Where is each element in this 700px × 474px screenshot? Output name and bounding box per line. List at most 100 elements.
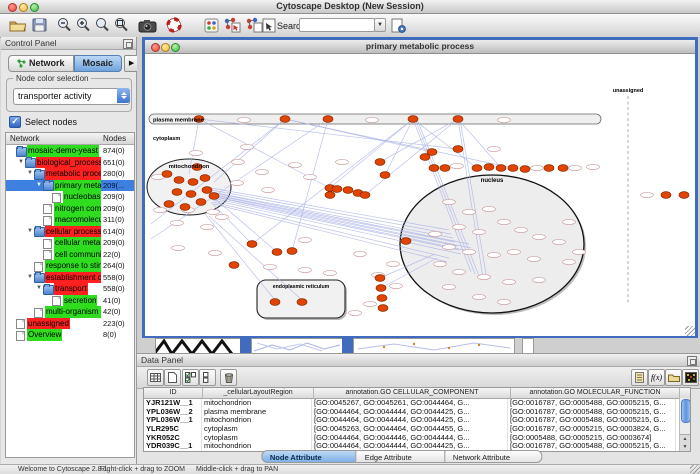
attribute-matrix-icon[interactable] [682, 369, 699, 386]
gene-node[interactable] [364, 301, 377, 306]
select-nodes-checkbox[interactable]: ✓ [9, 116, 21, 128]
selected-gene-node[interactable] [375, 275, 385, 282]
gene-node[interactable] [533, 277, 546, 282]
gene-node[interactable] [587, 164, 600, 169]
table-row[interactable]: YPL036W__1mitochondrion[GO:0044464, GO:0… [144, 416, 690, 425]
tree-row[interactable]: ▼cellular process614(0) [6, 226, 134, 238]
selected-gene-node[interactable] [229, 262, 239, 269]
selected-gene-node[interactable] [209, 193, 219, 200]
tree-node-label[interactable]: transport [54, 283, 88, 295]
tree-node-label[interactable]: cellular metabol [54, 237, 101, 249]
selected-gene-node[interactable] [287, 248, 297, 255]
selected-gene-node[interactable] [380, 172, 390, 179]
gene-node[interactable] [563, 219, 576, 224]
table-cell[interactable]: [GO:0016787, GO:0005488, GO:0005215, G..… [508, 408, 676, 417]
tab-network-attribute-browser[interactable]: Network Attribute Browser [445, 450, 542, 463]
open-icon[interactable] [8, 16, 27, 34]
tree-row[interactable]: multi-organism pro42(0) [6, 306, 134, 318]
table-cell[interactable]: [GO:0016787, GO:0005215, GO:0003824, G..… [508, 425, 676, 434]
gene-node[interactable] [201, 224, 214, 229]
gene-node[interactable] [256, 169, 269, 174]
tree-header[interactable]: Network Nodes [6, 133, 134, 145]
gene-node[interactable] [488, 146, 501, 151]
zoom-fit-icon[interactable] [92, 16, 111, 34]
tree-node-label[interactable]: cell communicat [54, 249, 101, 261]
tree-node-label[interactable]: Overview [27, 329, 62, 341]
tree-row[interactable]: unassigned223(0) [6, 318, 134, 330]
search-dropdown-arrow[interactable]: ▼ [374, 18, 386, 32]
tree-node-label[interactable]: cellular process [45, 226, 101, 238]
tree-expander-icon[interactable]: ▼ [36, 180, 42, 192]
tree-row[interactable]: secretion41(0) [6, 295, 134, 307]
selected-gene-node[interactable] [440, 165, 450, 172]
gene-node[interactable] [463, 209, 476, 214]
vizmapper-icon[interactable] [202, 16, 221, 34]
tree-expander-icon[interactable]: ▼ [27, 226, 33, 238]
tree-row[interactable]: nucleobase-209(0) [6, 191, 134, 203]
gene-node[interactable] [264, 264, 277, 269]
background-window-edge[interactable] [342, 338, 353, 353]
selected-gene-node[interactable] [472, 165, 482, 172]
table-cell[interactable]: [GO:0045263, GO:0044464, GO:0044455, G..… [312, 425, 508, 434]
selected-gene-node[interactable] [188, 179, 198, 186]
float-panel-icon[interactable] [123, 39, 133, 49]
gene-node[interactable] [563, 259, 576, 264]
table-cell[interactable]: [GO:0044464, GO:0044446, GO:0044444, G..… [312, 434, 508, 443]
selected-gene-node[interactable] [661, 192, 671, 199]
gene-node[interactable] [387, 261, 400, 266]
tree-row[interactable]: cellular metabol209(0) [6, 237, 134, 249]
gene-node[interactable] [478, 274, 491, 279]
tree-node-label[interactable]: biological_process [36, 157, 101, 169]
zoom-selected-icon[interactable] [111, 16, 130, 34]
gene-node[interactable] [641, 192, 654, 197]
tab-node-attribute-browser[interactable]: Node Attribute Browser [261, 450, 357, 463]
table-cell[interactable]: YPL036W__2 [144, 408, 202, 417]
selected-gene-node[interactable] [496, 165, 506, 172]
snapshot-icon[interactable] [138, 16, 157, 34]
table-cell[interactable]: [GO:0016787, GO:0005488, GO:0005215, G..… [508, 399, 676, 408]
gene-node[interactable] [262, 187, 275, 192]
gene-node[interactable] [154, 207, 167, 212]
gene-node[interactable] [473, 294, 486, 299]
selected-gene-node[interactable] [164, 201, 174, 208]
table-cell[interactable]: plasma membrane [202, 408, 312, 417]
tree-row[interactable]: ▼transport558(0) [6, 283, 134, 295]
gene-node[interactable] [304, 174, 317, 179]
gene-node[interactable] [207, 209, 220, 214]
tree-row[interactable]: ▼establishment of lo558(0) [6, 272, 134, 284]
table-cell[interactable]: YPL036W__1 [144, 416, 202, 425]
gene-node[interactable] [336, 159, 349, 164]
selected-gene-node[interactable] [508, 165, 518, 172]
gene-node[interactable] [366, 117, 379, 122]
table-cell[interactable]: mitochondrion [202, 416, 312, 425]
save-icon[interactable] [30, 16, 49, 34]
copy-network-view-icon[interactable] [222, 16, 241, 34]
gene-node[interactable] [241, 144, 254, 149]
tree-node-label[interactable]: nitrogen compo [54, 203, 101, 215]
gene-node[interactable] [498, 219, 511, 224]
table-row[interactable]: YLR295Ccytoplasm[GO:0045263, GO:0044464,… [144, 425, 690, 434]
gene-node[interactable] [515, 227, 528, 232]
selected-gene-node[interactable] [376, 285, 386, 292]
unselect-attributes-icon[interactable] [199, 369, 216, 386]
gene-node[interactable] [553, 239, 566, 244]
gene-node[interactable] [216, 214, 229, 219]
selected-gene-node[interactable] [544, 165, 554, 172]
zoom-out-icon[interactable] [54, 16, 73, 34]
attribute-table-icon[interactable] [147, 369, 164, 386]
tree-node-label[interactable]: nucleobase- [63, 191, 101, 203]
gene-node[interactable] [453, 269, 466, 274]
selected-gene-node[interactable] [202, 187, 212, 194]
gene-node[interactable] [528, 256, 541, 261]
gene-node[interactable] [434, 261, 447, 266]
gene-node[interactable] [488, 252, 501, 257]
selected-gene-node[interactable] [360, 192, 370, 199]
tree-node-label[interactable]: response to stimulu [45, 260, 101, 272]
tree-node-label[interactable]: mosaic-demo-yeast [27, 145, 99, 157]
tree-row[interactable]: response to stimulu264(0) [6, 260, 134, 272]
table-cell[interactable]: YLR295C [144, 425, 202, 434]
gene-node[interactable] [473, 229, 486, 234]
gene-node[interactable] [443, 244, 456, 249]
scrollbar-arrows-icon[interactable]: ▲▼ [680, 434, 690, 451]
column-header[interactable]: annotation.GO MOLECULAR_FUNCTION [511, 388, 680, 398]
